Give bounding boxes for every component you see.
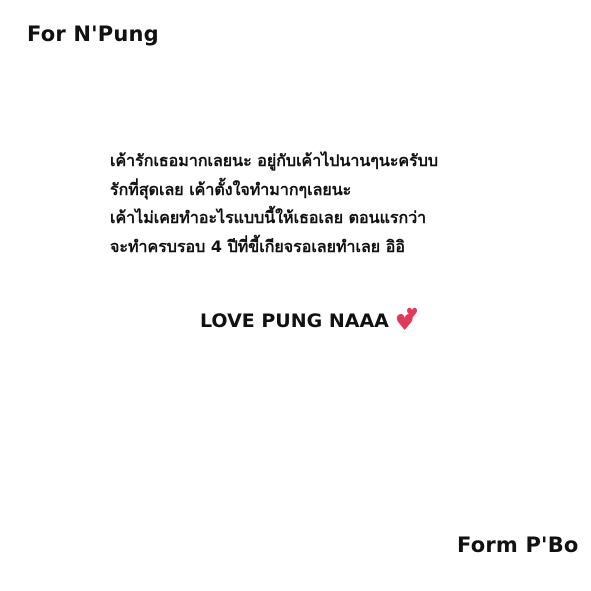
love-line: LOVE PUNG NAAA ♥ ♥ <box>200 306 421 335</box>
message-line-4: จะทำครบรอบ 4 ปีที่ขี้เกียจรอเลยทำเลย อิอ… <box>110 236 405 256</box>
message-line-1: เค้ารักเธอมากเลยนะ อยู่กับเค้าไปนานๆนะคร… <box>110 151 439 170</box>
heart-small-icon: ♥ <box>405 306 419 322</box>
message-line-3: เค้าไม่เคยทำอะไรแบบนี้ให้เธอเลย ตอนแรกว่… <box>110 208 427 227</box>
signature: Form P'Bo <box>457 533 579 557</box>
greeting-heading: For N'Pung <box>27 22 159 46</box>
message-line-2: รักที่สุดเลย เค้าตั้งใจทำมากๆเลยนะ <box>110 179 352 199</box>
love-text: LOVE PUNG NAAA <box>200 310 389 332</box>
two-hearts-icon: ♥ ♥ <box>395 306 421 335</box>
message-body: เค้ารักเธอมากเลยนะ อยู่กับเค้าไปนานๆนะคร… <box>110 147 490 261</box>
